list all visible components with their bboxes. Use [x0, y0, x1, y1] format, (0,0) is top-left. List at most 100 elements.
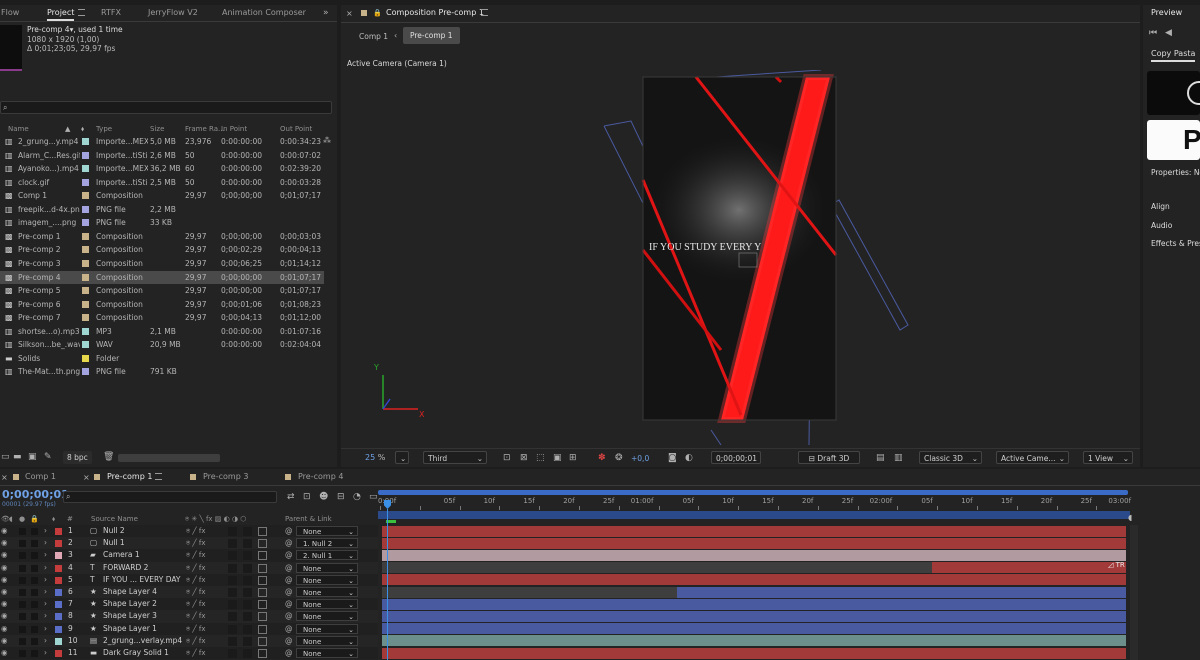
- zoom-value[interactable]: 25 %: [365, 453, 385, 462]
- draft-3d-button[interactable]: ⊟ Draft 3D: [798, 451, 860, 464]
- switch-box[interactable]: [228, 575, 237, 585]
- switch-box[interactable]: [243, 636, 252, 646]
- 3d-layer-toggle[interactable]: [258, 649, 267, 658]
- pickwhip-icon[interactable]: @: [285, 537, 293, 549]
- layer-duration-bar[interactable]: [382, 635, 1126, 647]
- lock-toggle[interactable]: [31, 564, 38, 572]
- solo-toggle[interactable]: [19, 564, 26, 572]
- parent-dropdown[interactable]: None ⌄: [296, 648, 358, 658]
- item-label-swatch[interactable]: [82, 314, 89, 322]
- project-item-row[interactable]: ▥ shortse...o).mp3 MP3 2,1 MB 0:00:00:00 0:01…: [0, 325, 324, 339]
- eye-icon[interactable]: ◉: [1, 549, 8, 561]
- col-name[interactable]: Name: [8, 123, 29, 135]
- col-framerate[interactable]: Frame Ra...: [185, 123, 225, 135]
- 3d-layer-toggle[interactable]: [258, 527, 267, 536]
- project-scrollbar[interactable]: [118, 454, 220, 462]
- menu-icon[interactable]: [78, 9, 85, 16]
- item-label-swatch[interactable]: [82, 205, 89, 213]
- project-item-row[interactable]: ▩ Comp 1 Composition 29,97 0;00;00;00 0;01;07…: [0, 189, 324, 203]
- layer-row[interactable]: ◉ › 10 ▤ 2_grung...verlay.mp4 ⍟ ╱ fx @ None ⌄: [0, 634, 378, 647]
- layer-switches[interactable]: ⍟ ╱ fx: [186, 598, 205, 610]
- layer-duration-bar[interactable]: [677, 586, 1126, 598]
- close-icon[interactable]: ×: [83, 473, 90, 483]
- item-label-swatch[interactable]: [82, 138, 89, 145]
- project-item-row[interactable]: ▩ Pre-comp 6 Composition 29,97 0;00;01;06 0;0…: [0, 298, 324, 312]
- project-search-input[interactable]: ⌕: [0, 101, 332, 114]
- zoom-dropdown[interactable]: ⌄: [395, 451, 409, 464]
- switch-box[interactable]: [243, 527, 252, 536]
- project-item-row[interactable]: ▥ Ayanoko...).mp4 Importe...MEX 36,2 MB 60 0:…: [0, 162, 324, 176]
- flowchart-footer-icon[interactable]: ✎: [44, 452, 52, 462]
- current-time-field[interactable]: 0;00;00;01: [711, 451, 761, 464]
- views-dropdown[interactable]: 1 View ⌄: [1083, 451, 1133, 464]
- pickwhip-icon[interactable]: @: [285, 635, 293, 647]
- layer-row[interactable]: ◉ › 11 ▬ Dark Gray Solid 1 ⍟ ╱ fx @ None ⌄: [0, 647, 378, 660]
- expand-chevron-icon[interactable]: ›: [44, 525, 47, 537]
- resolution-dropdown[interactable]: Third ⌄: [423, 451, 487, 464]
- lock-toggle[interactable]: [31, 552, 38, 560]
- properties-title[interactable]: Properties: No: [1151, 168, 1200, 177]
- layer-name[interactable]: Null 2: [103, 525, 183, 537]
- renderer-dropdown[interactable]: Classic 3D ⌄: [919, 451, 982, 464]
- layer-name[interactable]: Shape Layer 4: [103, 586, 183, 598]
- col-out-point[interactable]: Out Point: [280, 123, 312, 135]
- expand-chevron-icon[interactable]: ›: [44, 586, 47, 598]
- lock-toggle[interactable]: [31, 650, 38, 657]
- item-label-swatch[interactable]: [82, 341, 89, 349]
- item-label-swatch[interactable]: [82, 246, 89, 254]
- layer-switches[interactable]: ⍟ ╱ fx: [186, 635, 205, 647]
- layer-name[interactable]: Shape Layer 1: [103, 623, 183, 635]
- shy-layers-icon[interactable]: ☻: [319, 492, 328, 502]
- solo-toggle[interactable]: [19, 552, 26, 560]
- layer-label-swatch[interactable]: [55, 589, 62, 596]
- pickwhip-icon[interactable]: @: [285, 610, 293, 622]
- solo-toggle[interactable]: [19, 528, 26, 535]
- switch-box[interactable]: [243, 588, 252, 597]
- eye-icon[interactable]: ◉: [1, 623, 8, 635]
- layer-switches[interactable]: ⍟ ╱ fx: [186, 623, 205, 635]
- project-item-row[interactable]: ▥ Silkson...be_.wav WAV 20,9 MB 0:00:00:00 0:…: [0, 338, 324, 352]
- switch-box[interactable]: [228, 600, 237, 610]
- transparency-grid-icon[interactable]: ⊠: [520, 453, 528, 463]
- solo-toggle[interactable]: [19, 540, 26, 548]
- parent-dropdown[interactable]: None ⌄: [296, 611, 358, 622]
- layer-name[interactable]: Null 1: [103, 537, 183, 549]
- lock-icon[interactable]: 🔒: [373, 8, 382, 18]
- project-item-row[interactable]: ▩ Pre-comp 5 Composition 29,97 0;00;00;00 0;0…: [0, 284, 324, 298]
- tab-jerryflow[interactable]: JerryFlow V2: [148, 5, 198, 21]
- parent-dropdown[interactable]: None ⌄: [296, 623, 358, 634]
- skip-to-start-icon[interactable]: ⏮: [1149, 28, 1157, 38]
- switch-box[interactable]: [243, 600, 252, 610]
- 3d-layer-toggle[interactable]: [258, 551, 267, 561]
- project-item-row[interactable]: ▬ Solids Folder: [0, 352, 324, 366]
- project-item-row[interactable]: ▩ Pre-comp 3 Composition 29,97 0;00;06;25 0;0…: [0, 257, 324, 271]
- switch-box[interactable]: [228, 527, 237, 536]
- switch-box[interactable]: [228, 539, 237, 549]
- mask-visibility-icon[interactable]: ⬚: [536, 453, 545, 463]
- lock-toggle[interactable]: [31, 637, 38, 645]
- item-label-swatch[interactable]: [82, 287, 89, 295]
- work-area-bar[interactable]: [378, 490, 1128, 495]
- item-label-swatch[interactable]: [82, 178, 89, 186]
- item-label-swatch[interactable]: [82, 300, 89, 308]
- layer-switches[interactable]: ⍟ ╱ fx: [186, 562, 205, 574]
- switch-box[interactable]: [228, 588, 237, 597]
- layer-row[interactable]: ◉ › 9 ★ Shape Layer 1 ⍟ ╱ fx @ None ⌄: [0, 622, 378, 635]
- project-item-row[interactable]: ▩ Pre-comp 2 Composition 29,97 0;00;02;29 0;0…: [0, 243, 324, 257]
- source-name-header[interactable]: Source Name: [91, 513, 138, 525]
- timeline-tab-comp1[interactable]: Comp 1: [25, 469, 56, 485]
- layer-switches[interactable]: ⍟ ╱ fx: [186, 525, 205, 537]
- solo-toggle[interactable]: [19, 613, 26, 621]
- layer-duration-bar[interactable]: [382, 623, 1126, 635]
- color-management-icon[interactable]: ❂: [615, 453, 623, 463]
- motion-blur-icon[interactable]: ◔: [353, 492, 361, 502]
- 3d-layer-toggle[interactable]: [258, 563, 267, 573]
- item-label-swatch[interactable]: [82, 192, 89, 200]
- parent-dropdown[interactable]: None ⌄: [296, 526, 358, 536]
- pickwhip-icon[interactable]: @: [285, 562, 293, 574]
- layer-name[interactable]: Dark Gray Solid 1: [103, 647, 183, 659]
- eye-icon[interactable]: ◉: [1, 610, 8, 622]
- layer-duration-bar[interactable]: [382, 611, 1126, 622]
- layer-duration-bar[interactable]: [382, 550, 1126, 561]
- solo-toggle[interactable]: [19, 576, 26, 584]
